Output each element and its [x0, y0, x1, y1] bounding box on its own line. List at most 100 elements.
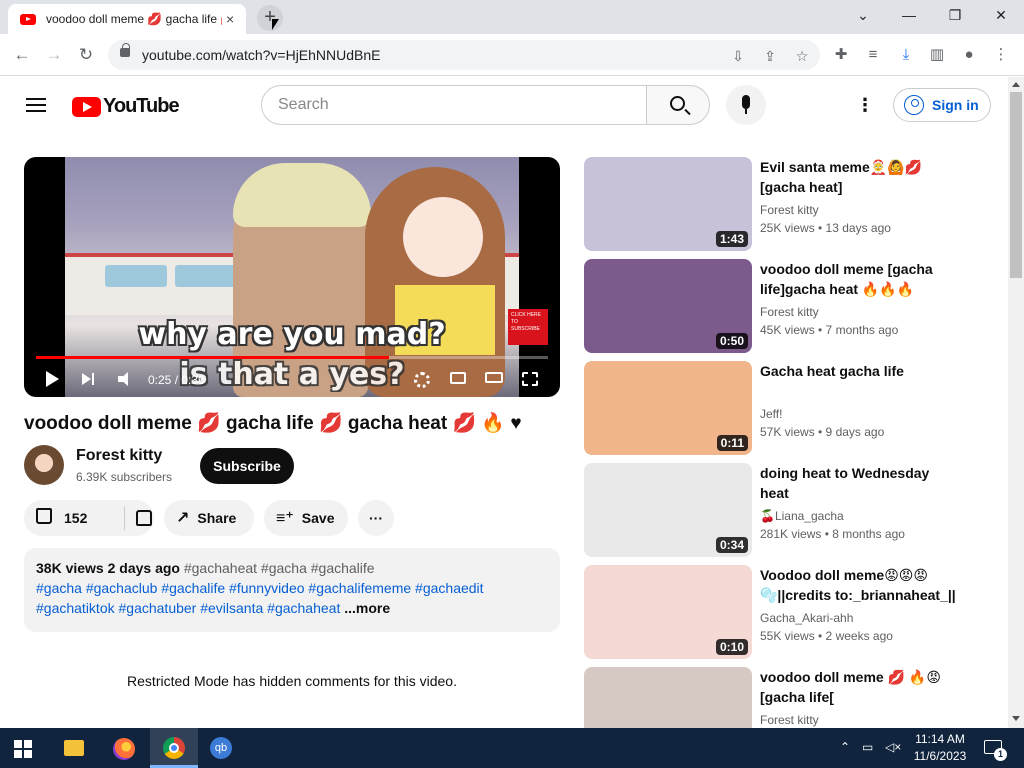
recommendation-channel[interactable]: Forest kitty: [760, 713, 819, 727]
restore-button[interactable]: ❐: [932, 0, 978, 30]
settings-gear-icon[interactable]: [414, 372, 430, 388]
recommendation-title[interactable]: Gacha heat gacha life: [760, 361, 960, 381]
taskbar-qbittorrent[interactable]: qb: [198, 728, 246, 768]
clock-date: 11/6/2023: [913, 749, 967, 763]
recommendation-channel[interactable]: 🍒Liana_gacha: [760, 509, 844, 523]
next-video-icon[interactable]: [82, 371, 100, 387]
like-thumb-up-icon[interactable]: [36, 508, 52, 524]
player-controls: 0:25 / 0:36: [24, 364, 560, 394]
scroll-up-arrow-icon[interactable]: [1012, 82, 1020, 87]
description-more-link[interactable]: ...more: [340, 600, 390, 616]
recommendation-thumbnail[interactable]: 1:43: [584, 157, 752, 251]
miniplayer-icon[interactable]: [450, 372, 466, 384]
back-arrow-icon[interactable]: ←: [10, 43, 34, 67]
recommendation-channel[interactable]: Forest kitty: [760, 305, 819, 319]
recommendation-title[interactable]: doing heat to Wednesday heat: [760, 463, 960, 503]
video-character-hat: [233, 163, 371, 227]
recommendation-item[interactable]: 0:11 Gacha heat gacha life Jeff! 57K views …: [584, 361, 994, 455]
dislike-thumb-down-icon[interactable]: [136, 510, 152, 526]
description-tags-line2[interactable]: #gacha #gachaclub #gachalife #funnyvideo…: [36, 578, 548, 598]
volume-muted-icon[interactable]: ◁×: [885, 740, 901, 754]
browser-tab[interactable]: voodoo doll meme 💋 gacha life 💋 gacha he…: [8, 4, 246, 34]
scroll-down-arrow-icon[interactable]: [1012, 716, 1020, 721]
like-count[interactable]: 152: [64, 510, 87, 526]
sign-in-button[interactable]: Sign in: [893, 88, 991, 122]
channel-avatar[interactable]: [24, 445, 64, 485]
network-icon[interactable]: ▭: [862, 740, 873, 754]
forward-arrow-icon[interactable]: →: [42, 43, 66, 67]
tab-search-button[interactable]: ⌄: [840, 0, 886, 30]
tab-close-button[interactable]: ×: [222, 11, 238, 27]
video-description[interactable]: 38K views 2 days ago #gachaheat #gacha #…: [24, 548, 560, 632]
description-tags-line3[interactable]: #gachatiktok #gachatuber #evilsanta #gac…: [36, 600, 340, 616]
subscribe-button[interactable]: Subscribe: [200, 448, 294, 484]
recommendation-thumbnail[interactable]: 0:11: [584, 361, 752, 455]
recommendation-meta: 45K views • 7 months ago: [760, 323, 899, 337]
url-text[interactable]: youtube.com/watch?v=HjEhNNUdBnE: [142, 47, 381, 63]
install-app-icon[interactable]: ⇩: [728, 46, 748, 66]
tab-title: voodoo doll meme 💋 gacha life 💋 gacha he…: [46, 12, 222, 26]
close-window-button[interactable]: ✕: [978, 0, 1024, 30]
address-bar[interactable]: youtube.com/watch?v=HjEhNNUdBnE ⇩ ⇪ ☆: [108, 40, 820, 70]
train-window: [105, 265, 167, 287]
download-icon[interactable]: ⤓: [895, 44, 917, 66]
share-button[interactable]: ↗ Share: [164, 500, 254, 536]
windows-start-icon[interactable]: [14, 740, 32, 758]
youtube-logo[interactable]: YouTube: [72, 95, 180, 118]
search-input[interactable]: Search: [261, 85, 647, 125]
video-player[interactable]: CLICK HERE TO SUBSCRIBE why are you mad?…: [24, 157, 560, 397]
new-tab-button[interactable]: +: [257, 5, 283, 31]
recommendation-item[interactable]: 0:34 doing heat to Wednesday heat 🍒Liana_g…: [584, 463, 994, 557]
recommendation-thumbnail[interactable]: 0:10: [584, 565, 752, 659]
save-playlist-add-icon: ≡⁺: [276, 510, 294, 527]
progress-played: [36, 356, 390, 359]
volume-icon[interactable]: [118, 371, 136, 387]
recommendation-title[interactable]: Evil santa meme🤶🙆💋 [gacha heat]: [760, 157, 960, 197]
tab-strip: voodoo doll meme 💋 gacha life 💋 gacha he…: [0, 0, 1024, 34]
save-button[interactable]: ≡⁺ Save: [264, 500, 348, 536]
recommendation-meta: 25K views • 13 days ago: [760, 221, 891, 235]
like-divider: [124, 506, 125, 530]
recommendation-title[interactable]: voodoo doll meme 💋 🔥😡 [gacha life[: [760, 667, 960, 707]
profile-avatar-icon[interactable]: ●: [958, 44, 980, 66]
chrome-menu-icon[interactable]: ⋮: [990, 44, 1012, 66]
recommendation-meta: 281K views • 8 months ago: [760, 527, 905, 541]
taskbar-clock[interactable]: 11:14 AM 11/6/2023: [908, 731, 972, 765]
taskbar-firefox[interactable]: [100, 728, 148, 768]
search-button[interactable]: [646, 85, 710, 125]
progress-bar[interactable]: [36, 356, 548, 359]
recommendation-channel[interactable]: Gacha_Akari-ahh: [760, 611, 853, 625]
play-icon[interactable]: [46, 371, 59, 387]
recommendation-thumbnail[interactable]: 0:34: [584, 463, 752, 557]
more-actions-button[interactable]: ···: [358, 500, 394, 536]
recommendation-item[interactable]: 1:43 Evil santa meme🤶🙆💋 [gacha heat] Fores…: [584, 157, 994, 251]
taskbar-file-explorer[interactable]: [50, 728, 98, 768]
minimize-button[interactable]: —: [886, 0, 932, 30]
taskbar-chrome[interactable]: [150, 728, 198, 768]
recommendation-item[interactable]: 0:10 Voodoo doll meme😡😡😡 🫧||credits to:_b…: [584, 565, 994, 659]
reload-icon[interactable]: ↻: [74, 43, 98, 67]
theater-mode-icon[interactable]: [485, 372, 503, 383]
hamburger-menu-icon[interactable]: [26, 98, 46, 112]
channel-name[interactable]: Forest kitty: [76, 447, 162, 465]
settings-kebab-icon[interactable]: ⋮: [855, 95, 875, 115]
recommendation-channel[interactable]: Jeff!: [760, 407, 782, 421]
recommendation-title[interactable]: Voodoo doll meme😡😡😡 🫧||credits to:_brian…: [760, 565, 960, 605]
tray-chevron-up-icon[interactable]: ⌃: [840, 740, 850, 754]
recommendation-thumbnail[interactable]: 0:50: [584, 259, 752, 353]
save-label: Save: [301, 510, 335, 526]
scrollbar-thumb[interactable]: [1010, 92, 1022, 278]
fullscreen-icon[interactable]: [522, 372, 538, 386]
voice-search-button[interactable]: [726, 85, 766, 125]
youtube-logo-text: YouTube: [103, 95, 180, 117]
media-queue-icon[interactable]: ≡: [862, 44, 884, 66]
share-page-icon[interactable]: ⇪: [760, 46, 780, 66]
bookmark-star-icon[interactable]: ☆: [792, 46, 812, 66]
recommendation-channel[interactable]: Forest kitty: [760, 203, 819, 217]
microphone-icon: [742, 95, 750, 114]
recommendation-item[interactable]: 0:50 voodoo doll meme [gacha life]gacha h…: [584, 259, 994, 353]
recommendation-title[interactable]: voodoo doll meme [gacha life]gacha heat …: [760, 259, 960, 299]
side-panel-icon[interactable]: ▥: [926, 44, 948, 66]
description-hashtags[interactable]: #gachaheat #gacha #gachalife: [180, 560, 375, 576]
extensions-puzzle-icon[interactable]: ✚: [830, 44, 852, 66]
